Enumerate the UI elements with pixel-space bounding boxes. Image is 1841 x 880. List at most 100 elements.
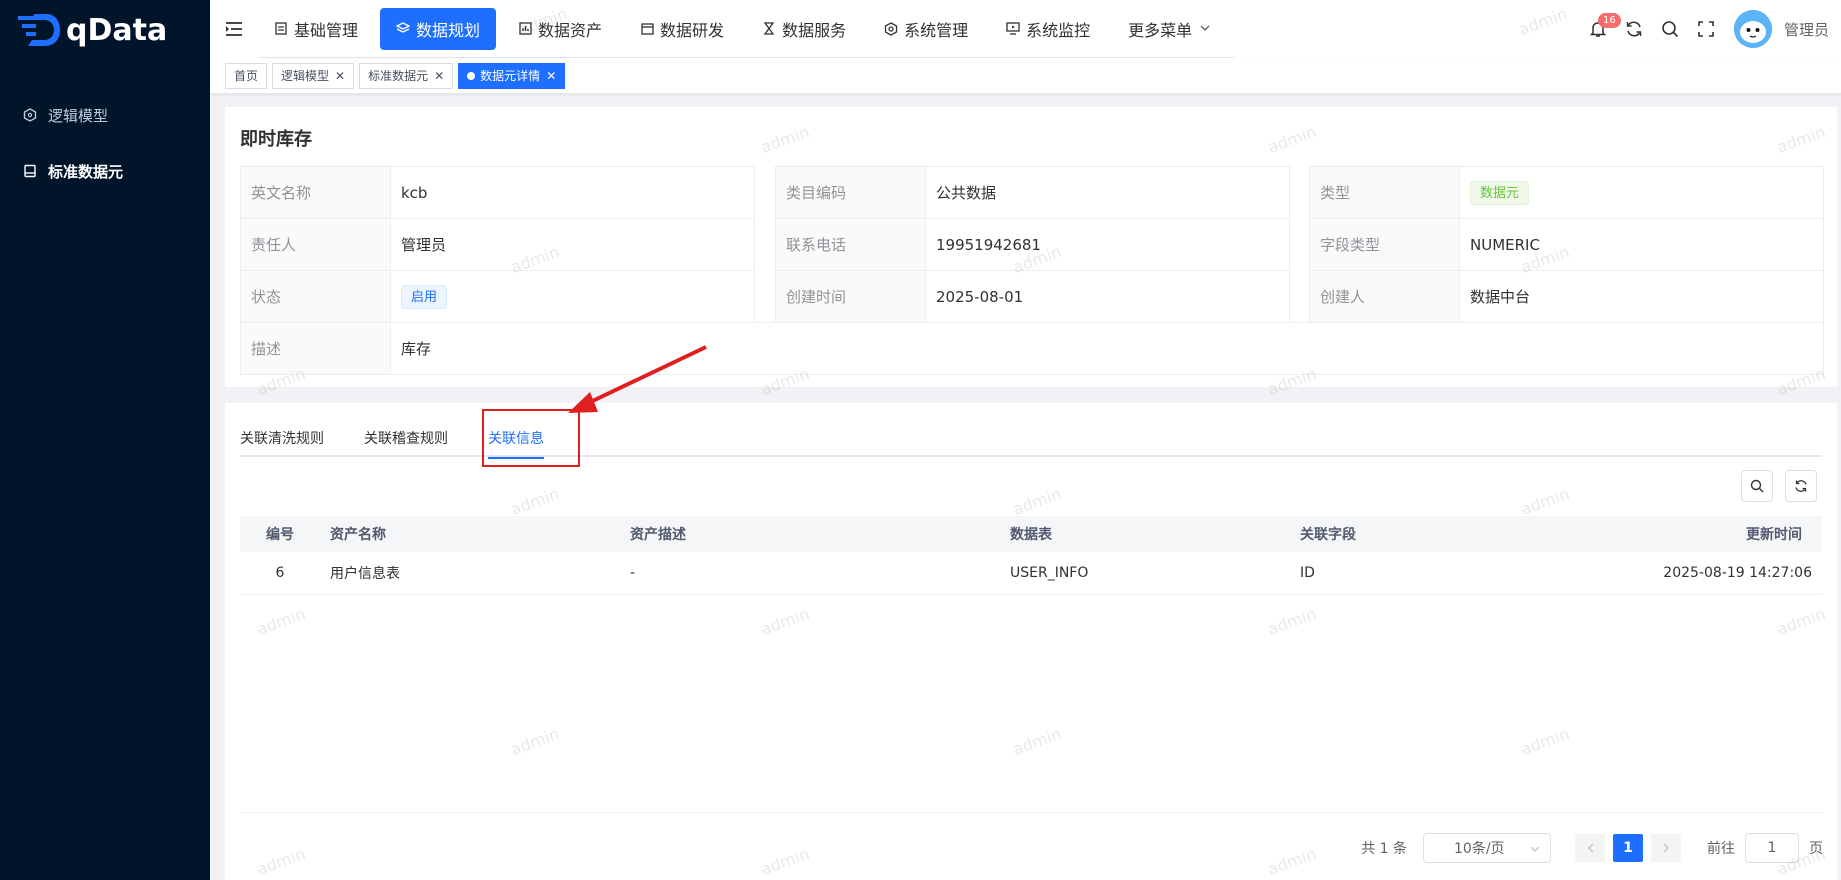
- pagination: 共 1 条 10条/页 1 前往 1 页: [1361, 833, 1823, 863]
- tag-label: 标准数据元: [368, 69, 429, 83]
- nav-item-dev[interactable]: 数据研发: [624, 8, 740, 50]
- chevron-right-icon: [1663, 843, 1669, 853]
- tabs: 关联清洗规则 关联稽查规则 关联信息: [240, 425, 1822, 459]
- nav-item-monitor[interactable]: 系统监控: [990, 8, 1106, 50]
- window-icon: [640, 22, 654, 36]
- refresh-table-button[interactable]: [1785, 470, 1817, 502]
- page-size-select[interactable]: 10条/页: [1423, 833, 1551, 863]
- nav-item-system[interactable]: 系统管理: [868, 8, 984, 50]
- close-icon[interactable]: ✕: [546, 69, 556, 83]
- app-name: qData: [66, 12, 168, 48]
- refresh-button[interactable]: [1616, 11, 1652, 47]
- goto-page-input[interactable]: 1: [1745, 833, 1799, 863]
- nav-item-assets[interactable]: 数据资产: [502, 8, 618, 50]
- menu-fold-icon: [226, 22, 242, 36]
- search-icon: [1750, 479, 1764, 493]
- search-button[interactable]: [1652, 11, 1688, 47]
- close-icon[interactable]: ✕: [335, 69, 345, 83]
- field-label: 责任人: [240, 218, 391, 271]
- nav-item-label: 数据资产: [538, 20, 603, 40]
- sidebar-item-logical-model[interactable]: 逻辑模型: [0, 87, 210, 143]
- fullscreen-icon: [1698, 21, 1714, 37]
- descriptions-group-2: 类目编码 公共数据 联系电话 19951942681 创建时间 2025-08-…: [775, 166, 1290, 323]
- table-cell: 用户信息表: [320, 552, 620, 595]
- page-number-button[interactable]: 1: [1613, 834, 1643, 862]
- goto-label: 前往: [1707, 841, 1735, 857]
- tab-cleaning-rules[interactable]: 关联清洗规则: [240, 425, 324, 457]
- column-header: 数据表: [1000, 516, 1290, 552]
- nav-item-basic[interactable]: 基础管理: [258, 8, 374, 50]
- field-label: 创建时间: [775, 270, 926, 323]
- page-unit-label: 页: [1809, 841, 1823, 857]
- status-badge: 启用: [401, 284, 448, 309]
- field-label: 类目编码: [775, 166, 926, 219]
- tag-standard-element[interactable]: 标准数据元 ✕: [359, 62, 454, 89]
- tag-label: 首页: [234, 69, 259, 83]
- descriptions-group-3: 类型 数据元 字段类型 NUMERIC 创建人 数据中台: [1309, 166, 1824, 323]
- tag-element-detail[interactable]: 数据元详情 ✕: [458, 62, 566, 89]
- nav-item-label: 数据研发: [660, 20, 725, 40]
- prev-page-button[interactable]: [1575, 834, 1605, 862]
- annotation-arrow-icon: [568, 345, 707, 413]
- nav-item-planning[interactable]: 数据规划: [380, 7, 497, 50]
- tag-logical-model[interactable]: 逻辑模型 ✕: [272, 62, 355, 89]
- descriptions-group-1: 英文名称 kcb 责任人 管理员 状态 启用: [240, 166, 755, 323]
- search-icon: [1662, 21, 1679, 38]
- field-label: 联系电话: [775, 218, 926, 271]
- hamburger-button[interactable]: [210, 0, 258, 58]
- fullscreen-button[interactable]: [1688, 11, 1724, 47]
- search-toggle-button[interactable]: [1741, 470, 1773, 502]
- hexagon-icon: [22, 107, 38, 123]
- nav-item-more[interactable]: 更多菜单: [1112, 8, 1228, 50]
- monitor-icon: [1006, 22, 1020, 36]
- avatar[interactable]: [1733, 10, 1772, 48]
- refresh-icon: [1795, 480, 1807, 492]
- table-cell: -: [620, 552, 1000, 595]
- table-cell: 2025-08-19 14:27:06: [1590, 552, 1822, 595]
- type-badge: 数据元: [1470, 180, 1530, 205]
- nav-item-label: 系统管理: [904, 20, 969, 40]
- tag-label: 数据元详情: [480, 69, 541, 83]
- table-row[interactable]: 6 用户信息表 - USER_INFO ID 2025-08-19 14:27:…: [240, 552, 1822, 595]
- field-value: NUMERIC: [1459, 218, 1824, 271]
- relation-table: 编号 资产名称 资产描述 数据表 关联字段 更新时间 6 用户信息表 - USE…: [240, 516, 1822, 595]
- layers-icon: [396, 22, 411, 36]
- top-navbar: 基础管理 数据规划 数据资产 数据研发 数据服务 系统管理 系统监控 更多菜单: [210, 0, 1841, 58]
- field-label: 英文名称: [240, 166, 391, 219]
- column-header: 编号: [240, 516, 320, 552]
- database-icon: [22, 163, 38, 179]
- column-header: 资产描述: [620, 516, 1000, 552]
- nav-item-label: 基础管理: [294, 20, 359, 40]
- active-dot-icon: [467, 71, 476, 80]
- nav-item-label: 数据服务: [782, 20, 847, 40]
- table-cell: ID: [1290, 552, 1590, 595]
- field-value: 启用: [390, 270, 755, 323]
- table-header-row: 编号 资产名称 资产描述 数据表 关联字段 更新时间: [240, 516, 1822, 552]
- nav-item-service[interactable]: 数据服务: [746, 8, 862, 50]
- page-title: 即时库存: [240, 129, 312, 150]
- sidebar-item-standard-element[interactable]: 标准数据元: [0, 143, 210, 199]
- user-name[interactable]: 管理员: [1784, 19, 1829, 40]
- tab-audit-rules[interactable]: 关联稽查规则: [364, 425, 448, 457]
- chevron-down-icon: [1198, 22, 1212, 36]
- next-page-button[interactable]: [1651, 834, 1681, 862]
- notification-button[interactable]: 16: [1580, 11, 1621, 47]
- field-label: 字段类型: [1309, 218, 1460, 271]
- tag-home[interactable]: 首页: [225, 62, 268, 89]
- navbar-actions: 16 管理员: [1580, 0, 1829, 58]
- tag-label: 逻辑模型: [281, 69, 330, 83]
- avatar-icon: [1733, 10, 1772, 48]
- app-logo[interactable]: qData: [0, 0, 210, 60]
- field-label: 创建人: [1309, 270, 1460, 323]
- sidebar-item-label: 逻辑模型: [48, 106, 109, 125]
- field-label: 状态: [240, 270, 391, 323]
- field-value: 2025-08-01: [925, 270, 1290, 323]
- nav-item-label: 系统监控: [1026, 20, 1091, 40]
- pagination-total: 共 1 条: [1361, 841, 1407, 857]
- hourglass-icon: [762, 22, 776, 36]
- logo-icon: [18, 14, 60, 46]
- sidebar: qData 逻辑模型 标准数据元: [0, 0, 210, 880]
- close-icon[interactable]: ✕: [434, 69, 444, 83]
- page-size-value: 10条/页: [1454, 841, 1505, 857]
- doc-icon: [274, 22, 288, 36]
